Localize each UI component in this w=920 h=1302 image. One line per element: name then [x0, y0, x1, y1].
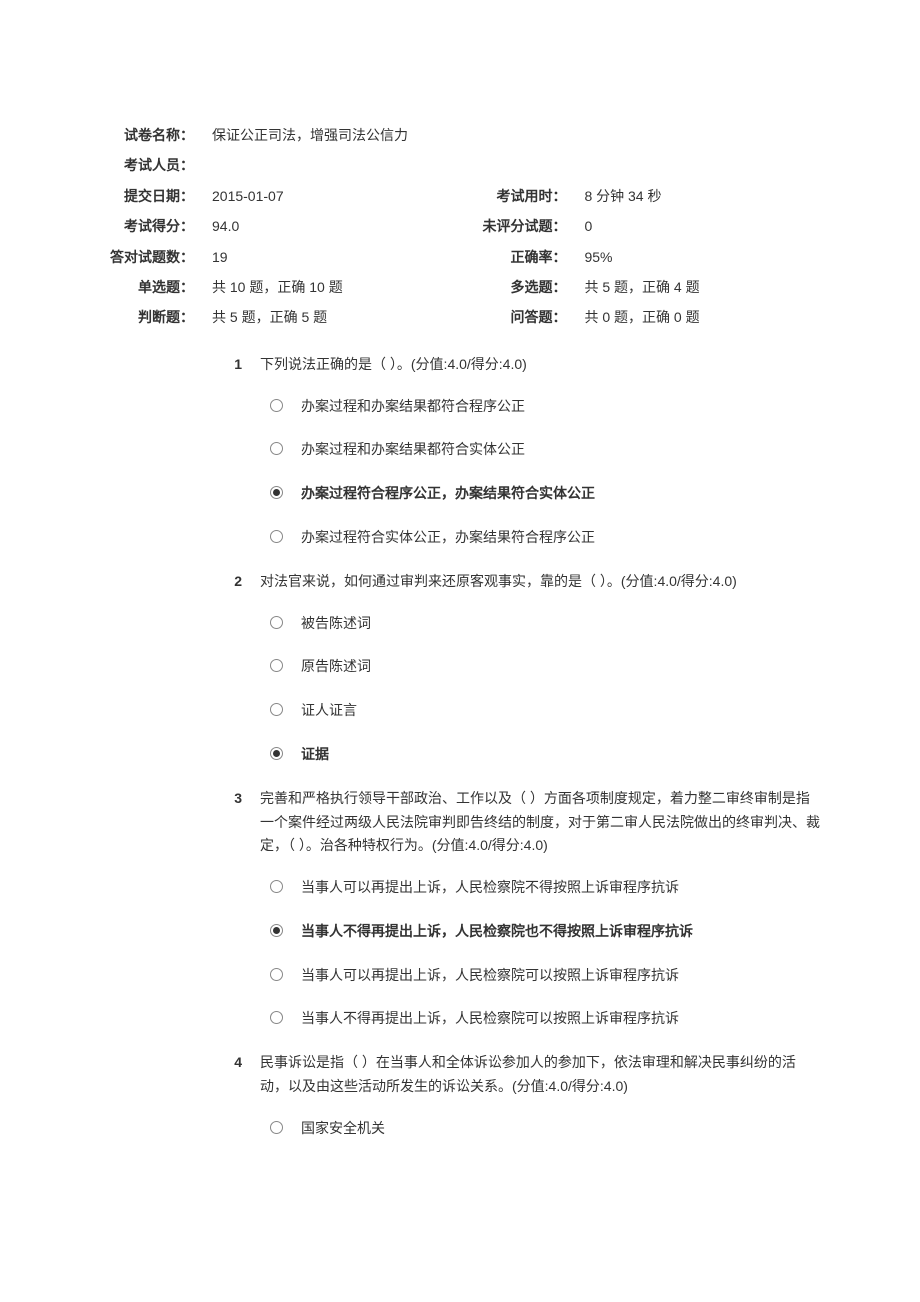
option-text: 办案过程符合实体公正，办案结果符合程序公正: [301, 526, 820, 550]
info-value: 0: [572, 211, 820, 241]
option-text: 被告陈述词: [301, 612, 820, 636]
question-number: 1: [100, 353, 260, 560]
option-row[interactable]: 办案过程符合程序公正，办案结果符合实体公正: [260, 472, 820, 516]
question-number: 2: [100, 570, 260, 777]
question-body: 对法官来说，如何通过审判来还原客观事实，靠的是（ ）。(分值:4.0/得分:4.…: [260, 570, 820, 777]
radio-icon[interactable]: [270, 616, 283, 629]
info-label: 判断题：: [100, 302, 200, 332]
option-text: 当事人可以再提出上诉，人民检察院不得按照上诉审程序抗诉: [301, 876, 820, 900]
info-value: 共 5 题，正确 4 题: [572, 272, 820, 302]
radio-icon[interactable]: [270, 747, 283, 760]
option-text: 原告陈述词: [301, 655, 820, 679]
info-label: [476, 150, 572, 180]
info-label: 考试用时：: [476, 181, 572, 211]
option-row[interactable]: 办案过程符合实体公正，办案结果符合程序公正: [260, 516, 820, 560]
radio-icon[interactable]: [270, 530, 283, 543]
info-value: [572, 150, 820, 180]
radio-icon[interactable]: [270, 486, 283, 499]
info-row: 判断题：共 5 题，正确 5 题问答题：共 0 题，正确 0 题: [100, 302, 820, 332]
question-text: 民事诉讼是指（ ）在当事人和全体诉讼参加人的参加下，依法审理和解决民事纠纷的活动…: [260, 1051, 820, 1099]
radio-icon[interactable]: [270, 1121, 283, 1134]
info-label: 单选题：: [100, 272, 200, 302]
radio-icon[interactable]: [270, 442, 283, 455]
option-text: 办案过程符合程序公正，办案结果符合实体公正: [301, 482, 820, 506]
option-text: 证据: [301, 743, 820, 767]
info-label: 答对试题数：: [100, 242, 200, 272]
option-row[interactable]: 被告陈述词: [260, 602, 820, 646]
info-label: 正确率：: [476, 242, 572, 272]
option-row[interactable]: 证人证言: [260, 689, 820, 733]
info-value: 8 分钟 34 秒: [572, 181, 820, 211]
info-row: 提交日期：2015-01-07考试用时：8 分钟 34 秒: [100, 181, 820, 211]
exam-info-table: 试卷名称：保证公正司法，增强司法公信力考试人员：提交日期：2015-01-07考…: [100, 120, 820, 333]
info-row: 考试得分：94.0未评分试题：0: [100, 211, 820, 241]
option-row[interactable]: 当事人不得再提出上诉，人民检察院也不得按照上诉审程序抗诉: [260, 910, 820, 954]
info-label: 未评分试题：: [476, 211, 572, 241]
radio-icon[interactable]: [270, 924, 283, 937]
question-number: 3: [100, 787, 260, 1042]
question-text: 对法官来说，如何通过审判来还原客观事实，靠的是（ ）。(分值:4.0/得分:4.…: [260, 570, 820, 594]
radio-icon[interactable]: [270, 659, 283, 672]
info-row: 答对试题数：19正确率：95%: [100, 242, 820, 272]
info-row: 单选题：共 10 题，正确 10 题多选题：共 5 题，正确 4 题: [100, 272, 820, 302]
info-row: 考试人员：: [100, 150, 820, 180]
question-block: 1下列说法正确的是（ ）。(分值:4.0/得分:4.0) 办案过程和办案结果都符合…: [100, 353, 820, 560]
question-text: 下列说法正确的是（ ）。(分值:4.0/得分:4.0): [260, 353, 820, 377]
info-value: 保证公正司法，增强司法公信力: [200, 120, 820, 150]
option-text: 办案过程和办案结果都符合实体公正: [301, 438, 820, 462]
option-text: 办案过程和办案结果都符合程序公正: [301, 395, 820, 419]
info-value: 95%: [572, 242, 820, 272]
info-value: 共 5 题，正确 5 题: [200, 302, 476, 332]
option-text: 证人证言: [301, 699, 820, 723]
radio-icon[interactable]: [270, 703, 283, 716]
option-text: 当事人可以再提出上诉，人民检察院可以按照上诉审程序抗诉: [301, 964, 820, 988]
option-row[interactable]: 当事人可以再提出上诉，人民检察院可以按照上诉审程序抗诉: [260, 954, 820, 998]
question-number: 4: [100, 1051, 260, 1150]
option-row[interactable]: 原告陈述词: [260, 645, 820, 689]
option-text: 国家安全机关: [301, 1117, 820, 1141]
info-value: 19: [200, 242, 476, 272]
question-body: 完善和严格执行领导干部政治、工作以及（ ）方面各项制度规定，着力整二审终审制是指…: [260, 787, 820, 1042]
radio-icon[interactable]: [270, 880, 283, 893]
info-row: 试卷名称：保证公正司法，增强司法公信力: [100, 120, 820, 150]
info-value: 共 10 题，正确 10 题: [200, 272, 476, 302]
question-block: 4民事诉讼是指（ ）在当事人和全体诉讼参加人的参加下，依法审理和解决民事纠纷的活…: [100, 1051, 820, 1150]
question-body: 民事诉讼是指（ ）在当事人和全体诉讼参加人的参加下，依法审理和解决民事纠纷的活动…: [260, 1051, 820, 1150]
info-label: 提交日期：: [100, 181, 200, 211]
option-text: 当事人不得再提出上诉，人民检察院也不得按照上诉审程序抗诉: [301, 920, 820, 944]
info-label: 问答题：: [476, 302, 572, 332]
radio-icon[interactable]: [270, 968, 283, 981]
radio-icon[interactable]: [270, 399, 283, 412]
info-value: 2015-01-07: [200, 181, 476, 211]
info-label: 多选题：: [476, 272, 572, 302]
question-block: 2对法官来说，如何通过审判来还原客观事实，靠的是（ ）。(分值:4.0/得分:4…: [100, 570, 820, 777]
info-value: 共 0 题，正确 0 题: [572, 302, 820, 332]
info-value: 94.0: [200, 211, 476, 241]
info-label: 试卷名称：: [100, 120, 200, 150]
question-body: 下列说法正确的是（ ）。(分值:4.0/得分:4.0) 办案过程和办案结果都符合程…: [260, 353, 820, 560]
info-label: 考试人员：: [100, 150, 200, 180]
option-row[interactable]: 办案过程和办案结果都符合程序公正: [260, 385, 820, 429]
info-label: 考试得分：: [100, 211, 200, 241]
questions-container: 1下列说法正确的是（ ）。(分值:4.0/得分:4.0) 办案过程和办案结果都符合…: [100, 353, 820, 1151]
radio-icon[interactable]: [270, 1011, 283, 1024]
option-row[interactable]: 办案过程和办案结果都符合实体公正: [260, 428, 820, 472]
option-row[interactable]: 当事人不得再提出上诉，人民检察院可以按照上诉审程序抗诉: [260, 997, 820, 1041]
option-row[interactable]: 当事人可以再提出上诉，人民检察院不得按照上诉审程序抗诉: [260, 866, 820, 910]
option-text: 当事人不得再提出上诉，人民检察院可以按照上诉审程序抗诉: [301, 1007, 820, 1031]
option-row[interactable]: 国家安全机关: [260, 1107, 820, 1151]
info-value: [200, 150, 476, 180]
question-text: 完善和严格执行领导干部政治、工作以及（ ）方面各项制度规定，着力整二审终审制是指…: [260, 787, 820, 858]
option-row[interactable]: 证据: [260, 733, 820, 777]
question-block: 3完善和严格执行领导干部政治、工作以及（ ）方面各项制度规定，着力整二审终审制是…: [100, 787, 820, 1042]
